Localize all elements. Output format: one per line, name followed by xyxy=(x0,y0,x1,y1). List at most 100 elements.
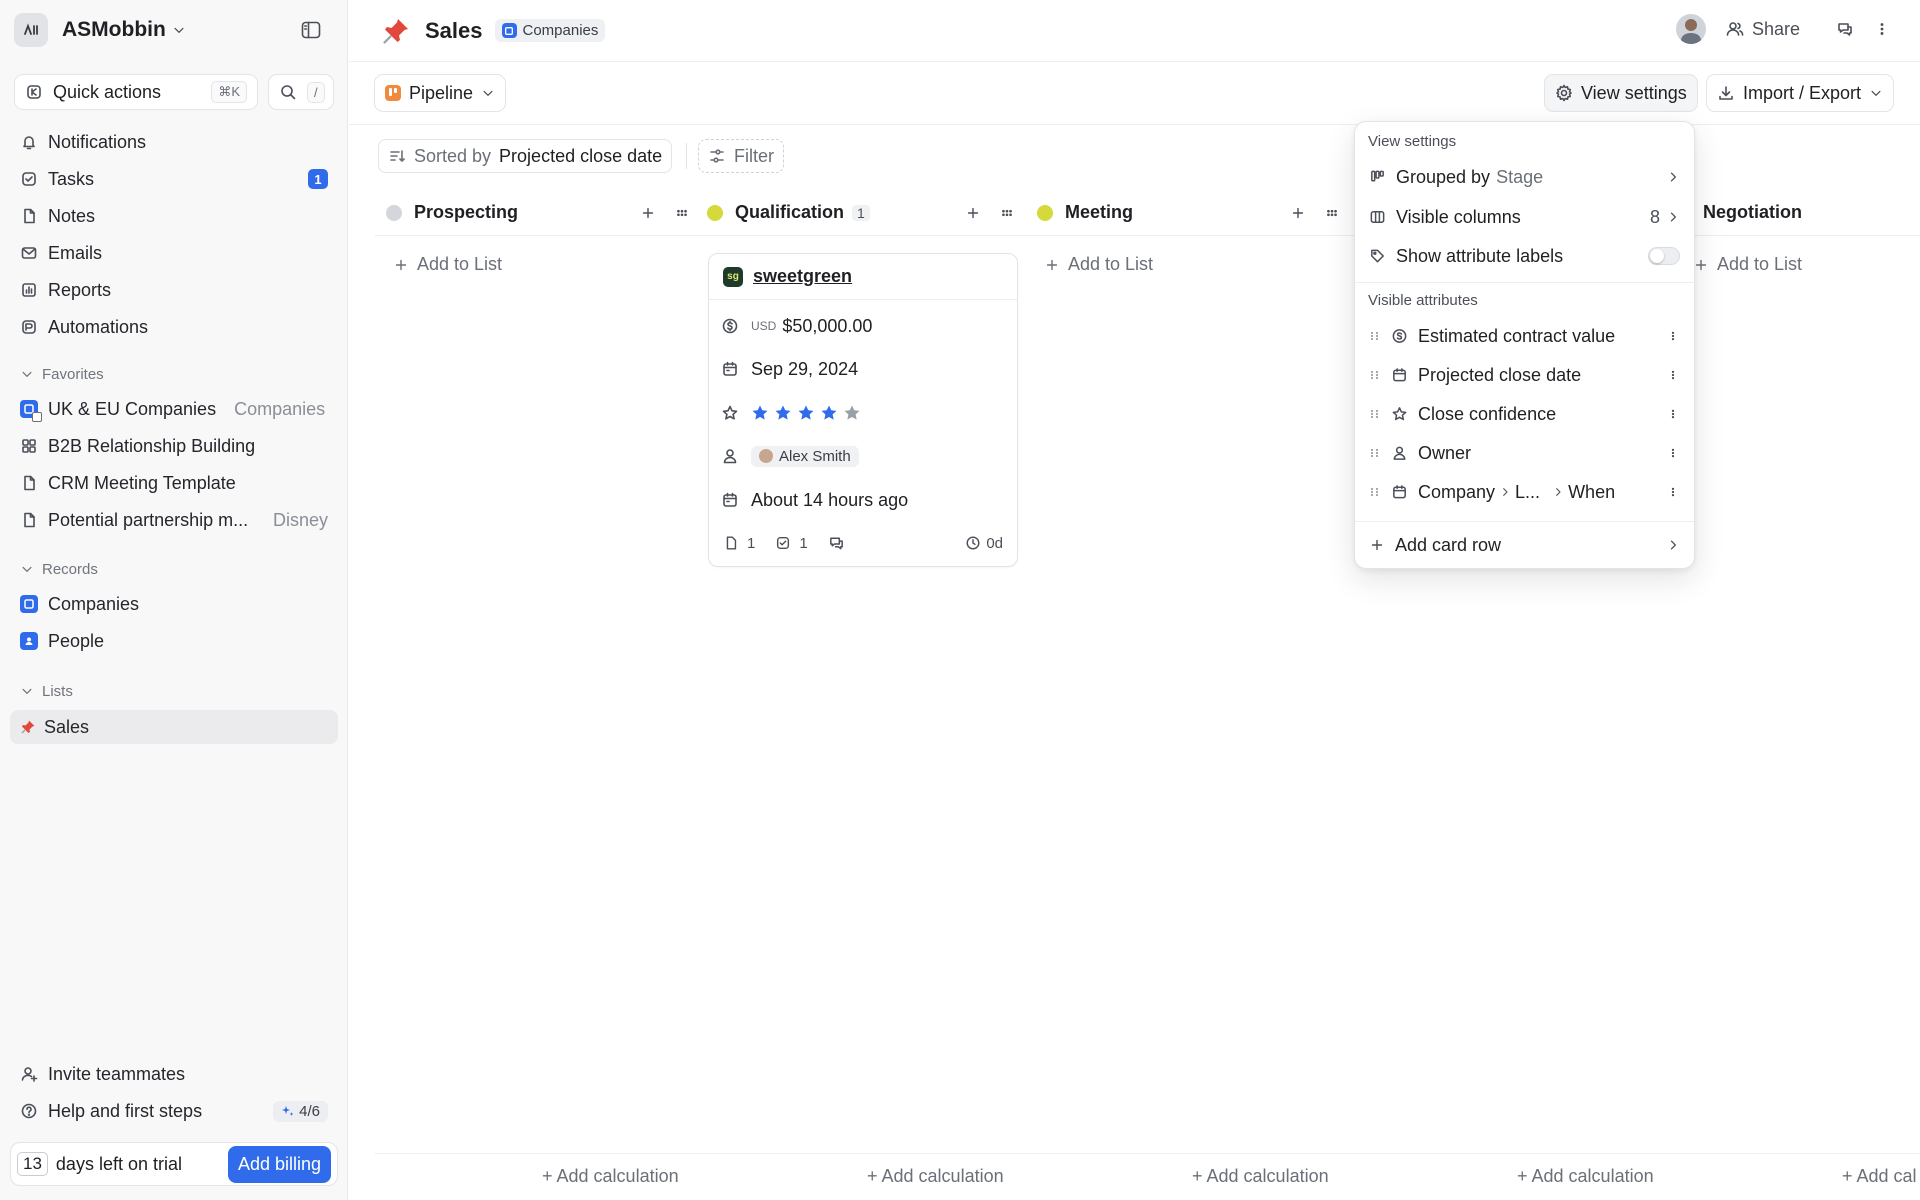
card-row-contract-value: USD $50,000.00 xyxy=(721,313,872,339)
attribute-row-owner[interactable]: Owner xyxy=(1361,435,1688,471)
favorite-item-uk-eu-companies[interactable]: UK & EU Companies Companies xyxy=(10,392,338,426)
workspace-switcher[interactable]: ASMobbin xyxy=(14,12,186,48)
rating-star-icon[interactable] xyxy=(751,404,769,422)
more-vertical-icon[interactable] xyxy=(1666,444,1680,462)
sidebar-item-people[interactable]: People xyxy=(10,624,338,658)
help-first-steps-button[interactable]: Help and first steps 4/6 xyxy=(10,1094,338,1128)
drag-handle-icon[interactable] xyxy=(1369,485,1381,499)
card-footer: 1 1 0d xyxy=(723,534,1003,552)
more-vertical-icon[interactable] xyxy=(1666,483,1680,501)
attribute-row-company-path[interactable]: Company L... When xyxy=(1361,474,1688,510)
object-chip[interactable]: Companies xyxy=(494,19,606,42)
sidebar-item-automations[interactable]: Automations xyxy=(10,310,338,344)
favorite-item-label: Potential partnership m... xyxy=(48,509,249,530)
show-labels-toggle[interactable] xyxy=(1648,247,1680,265)
add-to-list-button[interactable]: Add to List xyxy=(1693,254,1802,275)
sidebar-collapse-icon[interactable] xyxy=(300,19,322,41)
plus-icon[interactable] xyxy=(1290,204,1306,222)
search-shortcut: / xyxy=(307,81,325,103)
sidebar-item-sales[interactable]: Sales xyxy=(10,710,338,744)
chevron-right-icon xyxy=(1556,488,1561,496)
more-vertical-icon[interactable] xyxy=(1666,405,1680,423)
attribute-path-part: Company xyxy=(1418,481,1496,502)
records-section-header[interactable]: Records xyxy=(20,557,98,581)
rating-star-icon[interactable] xyxy=(843,404,861,422)
favorite-item-potential-partnership[interactable]: Potential partnership m... Disney xyxy=(10,503,338,537)
grouped-by-row[interactable]: Grouped by Stage xyxy=(1361,159,1688,195)
visible-attributes-header: Visible attributes xyxy=(1368,292,1478,309)
sidebar: ASMobbin Quick actions ⌘K / Notification… xyxy=(0,0,348,1200)
sort-icon xyxy=(390,150,405,162)
drag-handle-icon[interactable] xyxy=(999,204,1015,222)
sort-chip[interactable]: Sorted by Projected close date xyxy=(378,139,673,173)
add-calculation-button[interactable]: + Add calculation xyxy=(1517,1166,1654,1187)
drag-handle-icon[interactable] xyxy=(1369,329,1381,343)
view-settings-button[interactable]: View settings xyxy=(1544,74,1698,112)
drag-handle-icon[interactable] xyxy=(674,204,690,222)
favorites-section-header[interactable]: Favorites xyxy=(20,362,104,386)
favorite-item-label: B2B Relationship Building xyxy=(48,435,256,456)
search-button[interactable]: / xyxy=(268,74,334,110)
plus-icon[interactable] xyxy=(640,204,656,222)
add-calculation-button[interactable]: + Add cal xyxy=(1842,1166,1917,1187)
user-avatar[interactable] xyxy=(1675,14,1706,44)
drag-handle-icon[interactable] xyxy=(1369,407,1381,421)
more-vertical-icon[interactable] xyxy=(1874,20,1890,38)
confidence-rating[interactable] xyxy=(751,404,861,422)
column-title: Meeting xyxy=(1065,202,1134,222)
sidebar-item-companies[interactable]: Companies xyxy=(10,587,338,621)
add-card-row-button[interactable]: Add card row xyxy=(1361,527,1688,563)
view-selector[interactable]: Pipeline xyxy=(374,74,507,112)
add-calculation-button[interactable]: + Add calculation xyxy=(542,1166,679,1187)
object-chip-label: Companies xyxy=(522,22,599,39)
plus-icon[interactable] xyxy=(965,204,981,222)
drag-handle-icon[interactable] xyxy=(1324,204,1340,222)
chevron-right-icon xyxy=(1670,540,1676,550)
sidebar-item-notes[interactable]: Notes xyxy=(10,199,338,233)
attribute-row-projected-close-date[interactable]: Projected close date xyxy=(1361,357,1688,393)
card-company-link[interactable]: sweetgreen xyxy=(753,266,852,287)
comments-icon[interactable] xyxy=(1836,20,1854,38)
attribute-row-close-confidence[interactable]: Close confidence xyxy=(1361,396,1688,432)
more-vertical-icon[interactable] xyxy=(1666,327,1680,345)
share-button[interactable]: Share xyxy=(1726,19,1800,40)
sidebar-item-notifications[interactable]: Notifications xyxy=(10,125,338,159)
visible-columns-row[interactable]: Visible columns 8 xyxy=(1361,199,1688,235)
chevron-down-icon xyxy=(22,688,32,694)
filter-icon xyxy=(710,149,724,163)
lists-section-header[interactable]: Lists xyxy=(20,679,73,703)
rating-star-icon[interactable] xyxy=(797,404,815,422)
attribute-path-part: When xyxy=(1568,481,1616,502)
search-icon xyxy=(281,85,296,100)
drag-handle-icon[interactable] xyxy=(1369,368,1381,382)
add-to-list-button[interactable]: Add to List xyxy=(393,254,502,275)
favorite-item-b2b-relationship[interactable]: B2B Relationship Building xyxy=(10,429,338,463)
drag-handle-icon[interactable] xyxy=(1369,446,1381,460)
invite-teammates-button[interactable]: Invite teammates xyxy=(10,1057,338,1091)
rating-star-icon[interactable] xyxy=(774,404,792,422)
chevron-right-icon xyxy=(1503,488,1508,496)
import-export-button[interactable]: Import / Export xyxy=(1706,74,1895,112)
more-vertical-icon[interactable] xyxy=(1666,366,1680,384)
filter-button[interactable]: Filter xyxy=(698,139,784,173)
deal-card[interactable]: sg sweetgreen USD $50,000.00 Sep 29, 202… xyxy=(708,253,1018,567)
sidebar-item-reports[interactable]: Reports xyxy=(10,273,338,307)
favorite-item-crm-meeting-template[interactable]: CRM Meeting Template xyxy=(10,466,338,500)
company-icon xyxy=(20,595,38,613)
companies-list-icon xyxy=(20,400,42,422)
column-title: Qualification xyxy=(735,202,845,222)
sidebar-item-emails[interactable]: Emails xyxy=(10,236,338,270)
add-to-list-button[interactable]: Add to List xyxy=(1044,254,1153,275)
view-toolbar: Pipeline View settings Import / Export xyxy=(349,63,1920,125)
quick-actions-button[interactable]: Quick actions ⌘K xyxy=(14,74,258,110)
rating-star-icon[interactable] xyxy=(820,404,838,422)
attribute-row-estimated-contract-value[interactable]: Estimated contract value xyxy=(1361,318,1688,354)
add-billing-button[interactable]: Add billing xyxy=(227,1145,331,1183)
add-calculation-button[interactable]: + Add calculation xyxy=(867,1166,1004,1187)
add-calculation-button[interactable]: + Add calculation xyxy=(1192,1166,1329,1187)
owner-chip[interactable]: Alex Smith xyxy=(751,445,859,467)
help-label: Help and first steps xyxy=(48,1100,203,1121)
sidebar-item-tasks[interactable]: Tasks 1 xyxy=(10,162,338,196)
column-header-negotiation: Negotiation xyxy=(1675,190,1920,236)
page-header: Sales Companies Share xyxy=(349,0,1920,62)
